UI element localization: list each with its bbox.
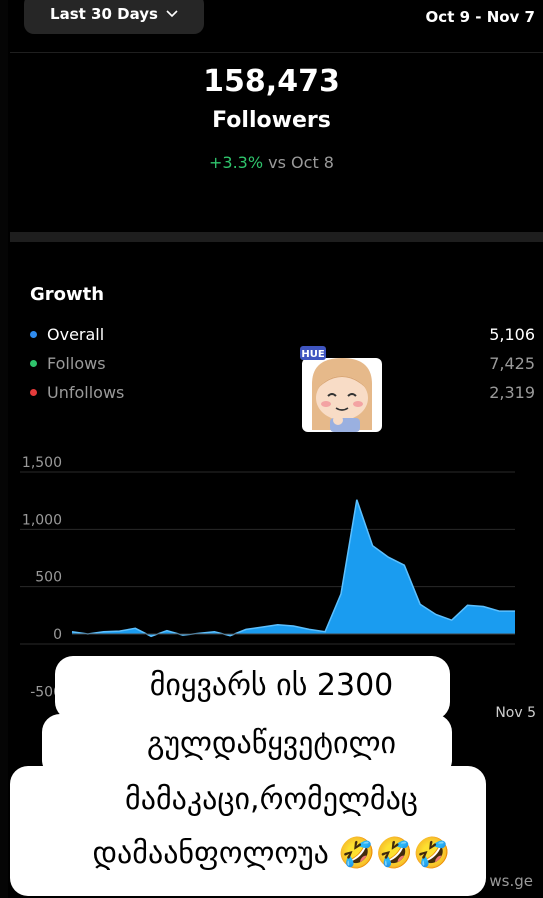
followers-count: 158,473	[203, 64, 340, 99]
legend-label: Follows	[47, 353, 106, 373]
legend-value: 5,106	[489, 324, 535, 344]
legend-unfollows: Unfollows 2,319	[30, 380, 535, 404]
date-range-text: Oct 9 - Nov 7	[425, 8, 535, 26]
header-divider	[10, 52, 543, 53]
overall-dot-icon	[30, 330, 37, 338]
follows-dot-icon	[30, 359, 37, 367]
x-tick-label: Nov 5	[495, 705, 536, 721]
legend-value: 2,319	[489, 382, 535, 402]
legend-label: Overall	[47, 324, 105, 344]
sticker-text: HUE	[301, 349, 324, 360]
legend-follows: Follows 7,425	[30, 351, 535, 375]
chevron-down-icon	[166, 10, 178, 18]
growth-title: Growth	[30, 284, 105, 305]
section-separator	[10, 232, 543, 242]
watermark: ws.ge	[489, 872, 533, 890]
date-range-dropdown[interactable]: Last 30 Days	[24, 0, 204, 34]
caption-line: მამაკაცი,რომელმაც	[125, 782, 418, 817]
overall-series-area	[72, 499, 515, 637]
change-comparison: vs Oct 8	[268, 153, 334, 172]
caption-line: დამაანფოლოუა 🤣🤣🤣	[92, 836, 451, 871]
caption-line: მიყვარს ის 2300	[149, 668, 394, 703]
legend-label: Unfollows	[47, 382, 125, 402]
change-percent: +3.3%	[209, 153, 264, 172]
followers-change: +3.3% vs Oct 8	[0, 153, 543, 172]
y-tick-label: 1,000	[22, 512, 62, 528]
y-tick-label: 500	[35, 570, 62, 586]
overall-series-line	[71, 499, 515, 638]
y-tick-label: 0	[53, 627, 62, 643]
girl-sticker: HUE	[300, 346, 382, 432]
unfollows-dot-icon	[30, 388, 37, 396]
range-label: Last 30 Days	[50, 5, 158, 23]
followers-label: Followers	[212, 108, 331, 133]
legend-value: 7,425	[489, 353, 535, 373]
caption-line: გულდაწყვეტილი	[146, 726, 397, 761]
legend-overall: Overall 5,106	[30, 322, 535, 346]
y-tick-label: 1,500	[22, 455, 62, 471]
